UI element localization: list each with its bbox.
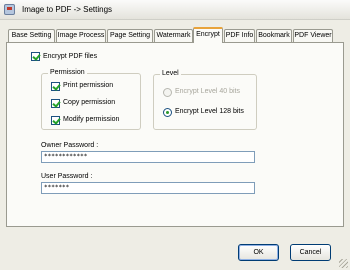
user-password-field[interactable]: ******* — [41, 182, 255, 194]
encrypt-panel: Encrypt PDF files Permission Print permi… — [6, 42, 344, 227]
modify-permission-label: Modify permission — [63, 116, 120, 123]
print-permission-label: Print permission — [63, 82, 114, 89]
level-128-radio[interactable] — [163, 108, 172, 117]
level-40-radio[interactable] — [163, 88, 172, 97]
title-bar[interactable]: Image to PDF -> Settings — [0, 0, 350, 20]
ok-button[interactable]: OK — [238, 244, 279, 261]
encrypt-pdf-checkbox[interactable] — [31, 52, 40, 61]
owner-password-field[interactable]: ************ — [41, 151, 255, 163]
print-permission-checkbox[interactable] — [51, 82, 60, 91]
owner-password-label: Owner Password : — [41, 142, 99, 149]
tab-watermark[interactable]: Watermark — [154, 29, 193, 42]
resize-grip-icon[interactable] — [339, 259, 348, 268]
tab-base-setting[interactable]: Base Setting — [8, 29, 55, 42]
tab-bookmark[interactable]: Bookmark — [256, 29, 292, 42]
tab-encrypt[interactable]: Encrypt — [193, 27, 223, 43]
copy-permission-checkbox[interactable] — [51, 99, 60, 108]
window-title: Image to PDF -> Settings — [22, 5, 113, 14]
tab-page-setting[interactable]: Page Setting — [107, 29, 153, 42]
tab-pdf-info[interactable]: PDF Info — [224, 29, 255, 42]
encrypt-pdf-label: Encrypt PDF files — [43, 53, 98, 60]
level-40-label: Encrypt Level 40 bits — [175, 88, 240, 95]
cancel-button[interactable]: Cancel — [290, 244, 331, 261]
app-icon — [4, 4, 15, 15]
level-group: Level Encrypt Level 40 bits Encrypt Leve… — [153, 70, 257, 130]
level-128-label: Encrypt Level 128 bits — [175, 108, 244, 115]
level-group-title: Level — [160, 70, 181, 77]
permission-group: Permission Print permission Copy permiss… — [41, 69, 141, 130]
user-password-label: User Password : — [41, 173, 93, 180]
settings-window: Image to PDF -> Settings Base Setting Im… — [0, 0, 350, 270]
copy-permission-label: Copy permission — [63, 99, 116, 106]
tab-pdf-viewer[interactable]: PDF Viewer — [293, 29, 333, 42]
permission-group-title: Permission — [48, 69, 87, 76]
modify-permission-checkbox[interactable] — [51, 116, 60, 125]
tab-image-process[interactable]: Image Process — [56, 29, 106, 42]
